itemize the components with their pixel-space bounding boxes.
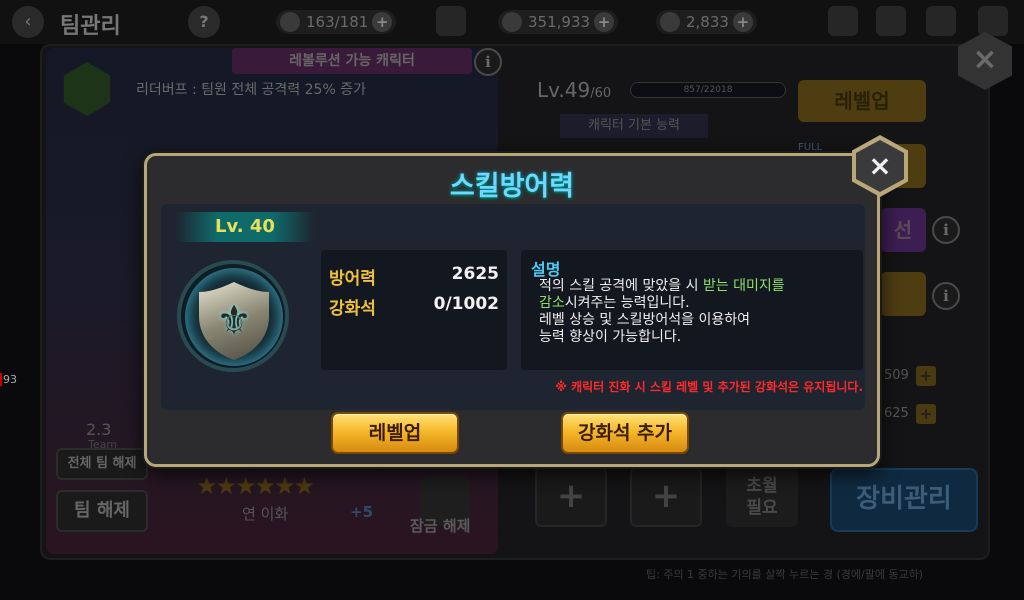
equip-slot-1[interactable]: + (535, 467, 607, 527)
character-levelup-button[interactable]: 레벨업 (798, 80, 926, 122)
chat-icon[interactable] (926, 6, 956, 36)
stamina-resource: 163/181 + (276, 10, 397, 34)
stat-value: 0/1002 (433, 294, 499, 314)
stat-box: 방어력 2625 강화석 0/1002 (321, 250, 507, 370)
edge-number: 93 (0, 373, 17, 386)
stamina-icon (280, 12, 300, 32)
gem-icon (660, 12, 680, 32)
bg-gold-button-2[interactable] (880, 272, 926, 316)
add-gem-button[interactable]: + (732, 12, 753, 32)
coin-icon (436, 6, 466, 36)
release-team-button[interactable]: 팀 해제 (56, 490, 148, 532)
tip-text: 팁: 주의 1 중하는 기의를 살짝 누르는 경 (경에/팔에 동교하) (646, 568, 924, 581)
team-number: 2.3 (86, 420, 112, 439)
skill-level-badge: Lv. 40 (175, 212, 315, 242)
gold-resource: 351,933 + (498, 10, 619, 34)
description-text: 적의 스킬 공격에 맞았을 시 받는 대미지를 감소시켜주는 능력입니다. 레벨… (539, 278, 785, 345)
exp-value: 857/22018 (683, 85, 733, 95)
evolution-button-info-icon[interactable]: i (932, 216, 960, 244)
stat-value-b: 625 (884, 406, 909, 421)
list-icon[interactable] (828, 6, 858, 36)
release-all-team-button[interactable]: 전체 팀 해제 (56, 448, 148, 480)
info-icon-2[interactable]: i (932, 282, 960, 310)
stamina-value: 163/181 (306, 13, 369, 31)
lock-release-label: 잠금 해제 (410, 517, 471, 535)
mail-icon[interactable] (876, 6, 906, 36)
evolution-info-icon[interactable]: i (474, 48, 502, 76)
evolution-banner: 레볼루션 가능 캐릭터 (232, 48, 472, 74)
add-stamina-button[interactable]: + (372, 12, 393, 32)
stat-label: 강화석 (329, 299, 376, 319)
leader-buff-text: 리더버프 : 팀원 전체 공격력 25% 증가 (136, 82, 366, 98)
transcend-required-slot[interactable]: 초월 필요 (726, 467, 798, 527)
gold-icon (502, 12, 522, 32)
rating-stars: ★★★★★★ (196, 472, 315, 500)
stat-label: 방어력 (329, 269, 376, 289)
character-level: Lv.49/60 (537, 78, 612, 102)
stat-value: 2625 (451, 264, 499, 284)
equip-slot-2[interactable]: + (630, 467, 702, 527)
description-box: 설명 적의 스킬 공격에 맞았을 시 받는 대미지를 감소시켜주는 능력입니다.… (521, 250, 863, 370)
gem-value: 2,833 (686, 13, 729, 31)
modal-title: 스킬방어력 (449, 171, 575, 202)
exp-bar: 857/22018 (630, 82, 786, 98)
enhance-level: +5 (350, 503, 374, 521)
partner-name: 연 이화 (242, 505, 289, 523)
skill-levelup-button[interactable]: 레벨업 (331, 412, 459, 454)
stat-b-plus-button[interactable]: + (916, 404, 936, 424)
skill-defense-modal: 스킬방어력 Lv. 40 ⚜ 방어력 2625 강화석 0/1002 설명 적의… (144, 153, 880, 467)
stat-a-plus-button[interactable]: + (916, 366, 936, 386)
top-bar: ‹ 팀관리 ? 163/181 + 351,933 + 2,833 + (0, 0, 1024, 44)
stat-value-a: 509 (884, 368, 909, 383)
gem-resource: 2,833 + (656, 10, 757, 34)
description-title: 설명 (531, 260, 561, 279)
add-gold-button[interactable]: + (594, 12, 615, 32)
equipment-manage-button[interactable]: 장비관리 (830, 468, 978, 532)
full-tag: FULL (798, 142, 823, 153)
evolution-button[interactable]: 선 (880, 208, 926, 252)
basic-ability-tag: 캐릭터 기본 능력 (560, 114, 708, 138)
back-button[interactable]: ‹ (12, 6, 44, 38)
page-title: 팀관리 (60, 14, 121, 39)
add-stone-button[interactable]: 강화석 추가 (561, 412, 689, 454)
gold-value: 351,933 (528, 13, 591, 31)
evolution-notice: ※ 캐릭터 진화 시 스킬 레벨 및 추가된 강화석은 유지됩니다. (555, 380, 863, 394)
settings-icon[interactable] (978, 6, 1008, 36)
help-button[interactable]: ? (188, 6, 220, 38)
